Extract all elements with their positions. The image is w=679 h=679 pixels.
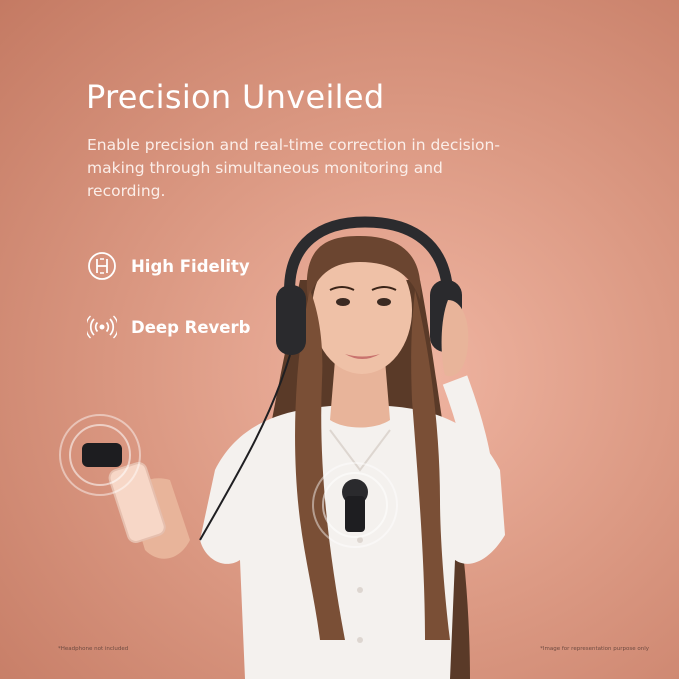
clip-microphone (345, 496, 365, 532)
headphone-left-cup (276, 285, 306, 355)
smartphone (108, 462, 166, 543)
feature-label: High Fidelity (131, 256, 250, 276)
footnote-representation: *Image for representation purpose only (540, 646, 649, 652)
headline: Precision Unveiled (86, 78, 385, 116)
feature-high-fidelity: High Fidelity (87, 251, 250, 281)
description: Enable precision and real-time correctio… (87, 136, 500, 200)
feature-label: Deep Reverb (131, 317, 251, 337)
sound-waves-icon (87, 315, 117, 339)
receiver-device (82, 443, 122, 467)
feature-deep-reverb: Deep Reverb (87, 312, 250, 342)
footnote-headphone: *Headphone not included (58, 646, 129, 652)
high-fidelity-icon (88, 252, 116, 280)
product-banner: Precision Unveiled Enable precision and … (0, 0, 679, 679)
